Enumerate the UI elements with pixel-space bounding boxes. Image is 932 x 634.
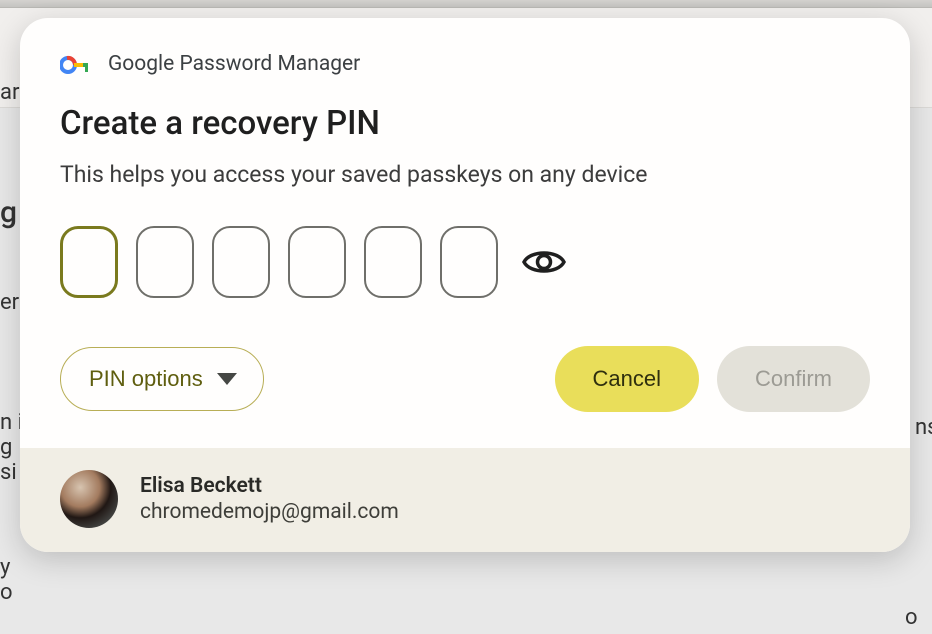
cancel-button[interactable]: Cancel [555, 346, 699, 412]
background-text: o [905, 605, 918, 630]
dialog-title: Create a recovery PIN [60, 104, 870, 143]
pin-digit-6[interactable] [440, 226, 498, 298]
user-name-label: Elisa Beckett [140, 474, 399, 498]
background-text: ns [915, 415, 932, 440]
user-email-label: chromedemojp@gmail.com [140, 500, 399, 524]
background-text: er [0, 290, 19, 315]
confirm-button: Confirm [717, 346, 870, 412]
app-name-label: Google Password Manager [108, 52, 360, 76]
background-text: si [0, 460, 17, 485]
avatar [60, 470, 118, 528]
pin-digit-1[interactable] [60, 226, 118, 298]
background-text: y [0, 555, 10, 580]
google-password-manager-icon [60, 54, 90, 74]
pin-digit-5[interactable] [364, 226, 422, 298]
account-footer[interactable]: Elisa Beckett chromedemojp@gmail.com [20, 448, 910, 552]
background-text: g [0, 195, 17, 230]
pin-digit-3[interactable] [212, 226, 270, 298]
pin-digit-2[interactable] [136, 226, 194, 298]
dialog-description: This helps you access your saved passkey… [60, 161, 870, 188]
background-text: o [0, 580, 13, 605]
dialog-body: Create a recovery PIN This helps you acc… [20, 96, 910, 448]
pin-options-dropdown[interactable]: PIN options [60, 347, 264, 411]
chevron-down-icon [217, 373, 237, 385]
background-text: ar [0, 80, 19, 105]
window-chrome-top [0, 0, 932, 8]
show-pin-toggle-icon[interactable] [522, 247, 566, 277]
pin-options-label: PIN options [89, 366, 203, 392]
pin-digit-4[interactable] [288, 226, 346, 298]
dialog-header: Google Password Manager [20, 18, 910, 96]
pin-input-row [60, 226, 870, 298]
background-text: g [0, 435, 12, 460]
dialog-actions: PIN options Cancel Confirm [60, 346, 870, 412]
user-info: Elisa Beckett chromedemojp@gmail.com [140, 474, 399, 524]
button-group: Cancel Confirm [555, 346, 871, 412]
recovery-pin-dialog: Google Password Manager Create a recover… [20, 18, 910, 552]
